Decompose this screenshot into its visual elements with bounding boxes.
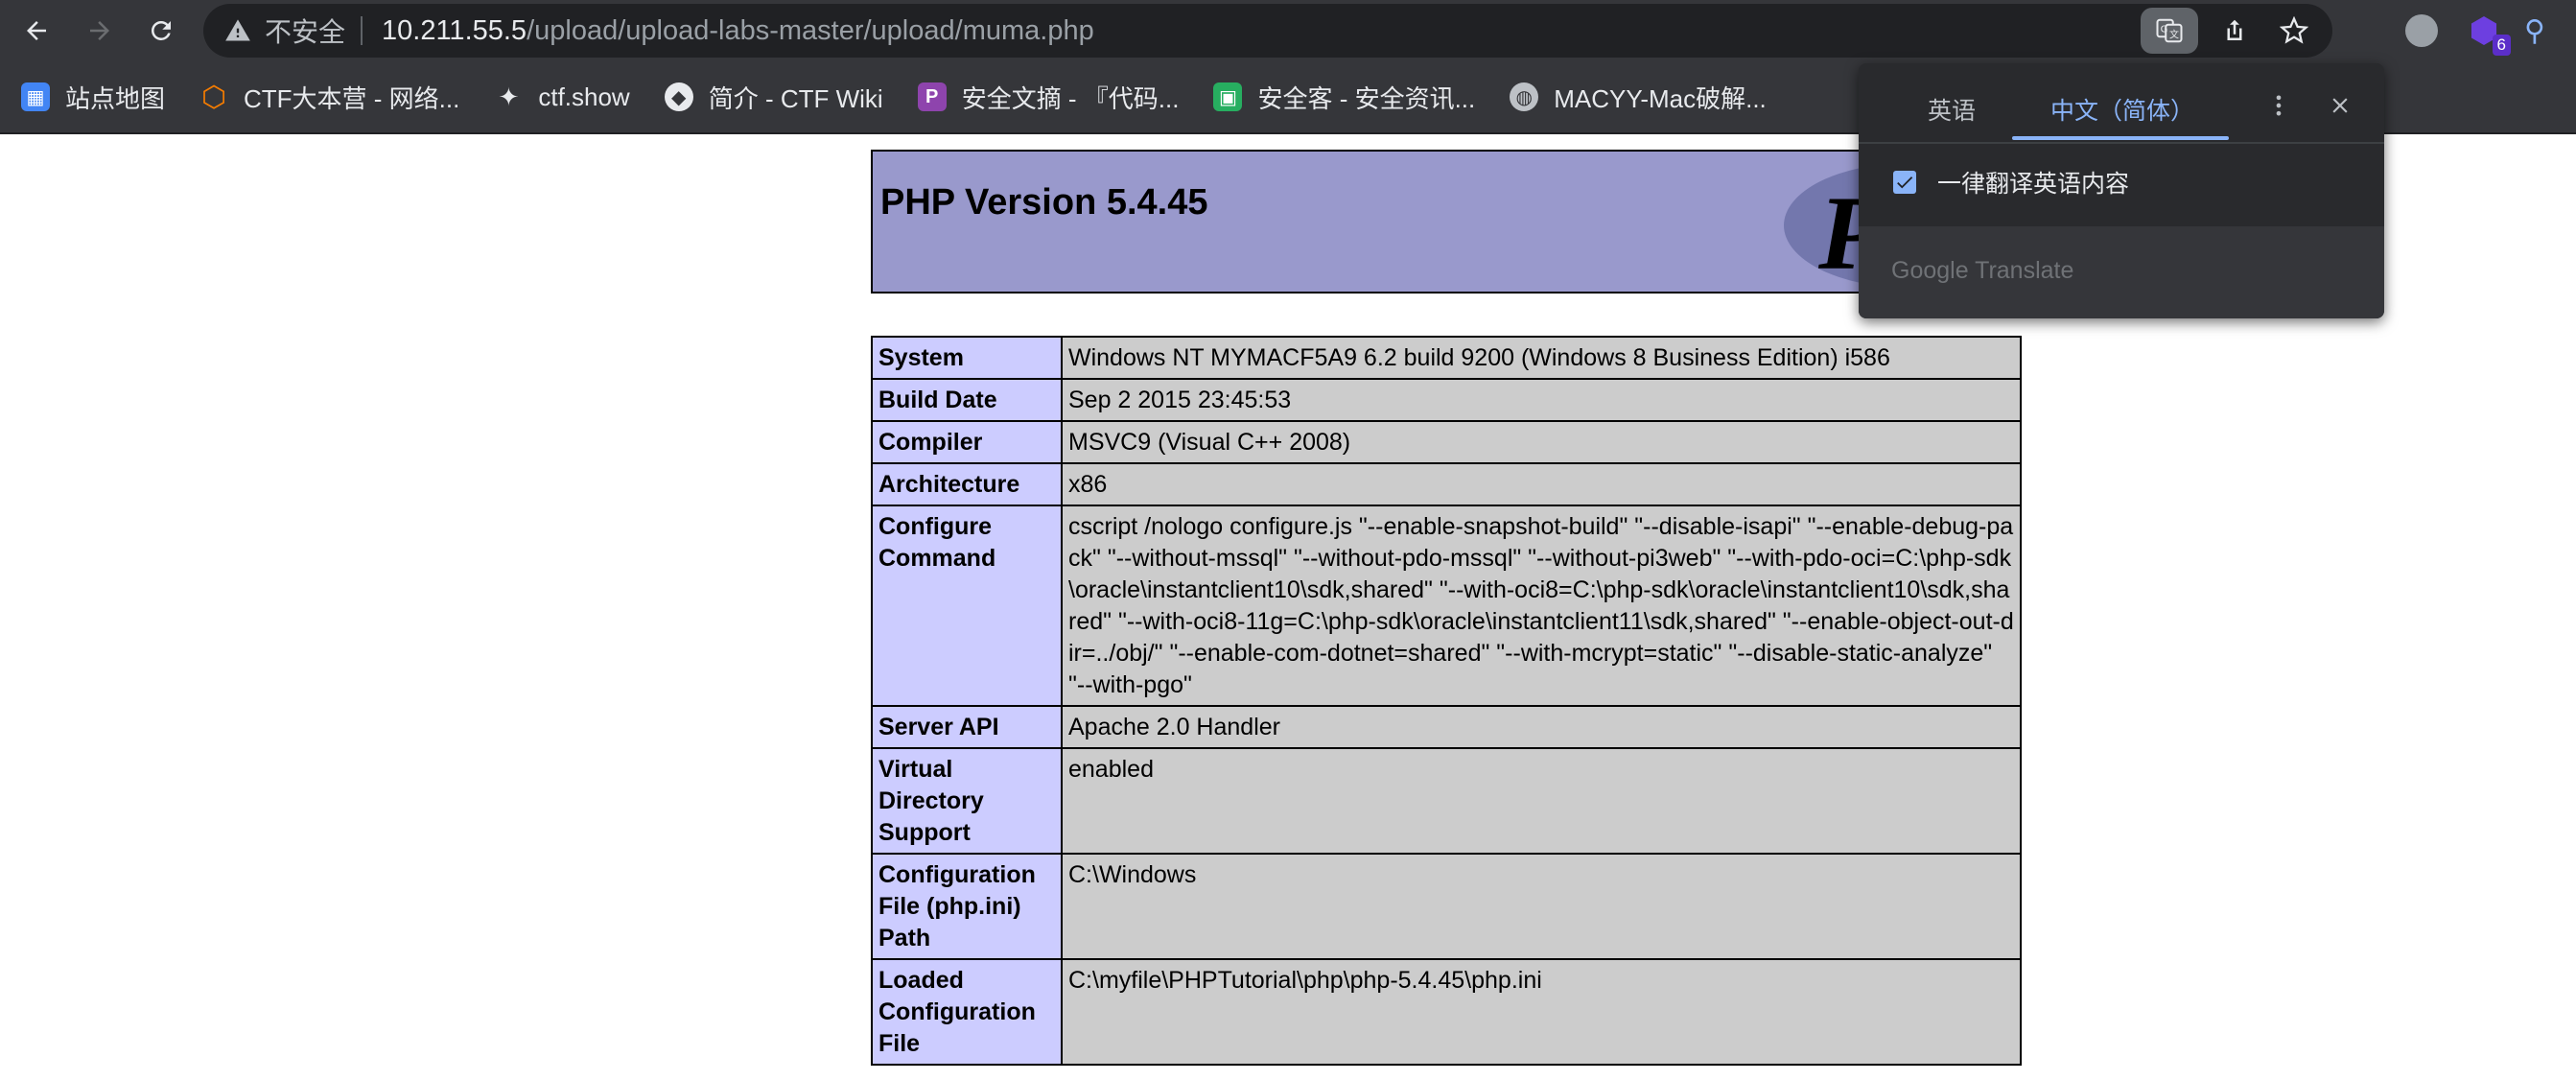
bookmark-label: ctf.show: [538, 82, 630, 111]
close-button[interactable]: [2321, 86, 2359, 125]
row-value: Apache 2.0 Handler: [1061, 705, 2022, 749]
row-key: Compiler: [871, 420, 1063, 464]
php-info-table: System Windows NT MYMACF5A9 6.2 build 920…: [871, 336, 2022, 1066]
warning-icon[interactable]: [224, 17, 251, 44]
share-button[interactable]: [2212, 8, 2258, 54]
address-bar[interactable]: 不安全 10.211.55.5/upload/upload-labs-maste…: [203, 4, 2332, 58]
checkmark-icon: [1897, 176, 1913, 189]
bookmark-star-button[interactable]: [2271, 8, 2317, 54]
close-icon: [2332, 98, 2348, 113]
security-status-label[interactable]: 不安全: [265, 12, 345, 50]
arrow-left-icon: [27, 21, 46, 40]
table-row: Architecture x86: [871, 462, 2022, 506]
php-version-header: PHP Version 5.4.45 P: [871, 150, 2033, 293]
more-vert-icon: [2276, 95, 2282, 116]
row-key: Loaded Configuration File: [871, 958, 1063, 1066]
row-key: Build Date: [871, 378, 1063, 422]
tab-target-language[interactable]: 中文（简体）: [2050, 92, 2194, 127]
star-icon: [2280, 16, 2308, 44]
table-row: Configure Command cscript /nologo configu…: [871, 505, 2022, 707]
url-path: /upload/upload-labs-master/upload/muma.p…: [527, 14, 1094, 46]
omnibox-divider: [361, 16, 363, 45]
row-value: C:\Windows: [1061, 853, 2022, 960]
row-key: System: [871, 336, 1063, 380]
always-translate-label: 一律翻译英语内容: [1937, 171, 2130, 198]
row-value: x86: [1061, 462, 2022, 506]
svg-text:G: G: [2161, 24, 2168, 35]
more-options-button[interactable]: [2261, 86, 2296, 125]
row-value: C:\myfile\PHPTutorial\php\php-5.4.45\php…: [1061, 958, 2022, 1066]
always-translate-option[interactable]: 一律翻译英语内容: [1893, 165, 2129, 200]
p-logo-icon: P: [917, 82, 947, 111]
arrow-right-icon: [90, 21, 109, 40]
row-value: MSVC9 (Visual C++ 2008): [1061, 420, 2022, 464]
tab-source-language[interactable]: 英语: [1928, 92, 1976, 127]
reload-button[interactable]: [138, 8, 184, 54]
row-key: Server API: [871, 705, 1063, 749]
share-icon: [2227, 19, 2242, 40]
active-tab-indicator: [2012, 136, 2229, 140]
map-icon: ▦: [21, 82, 50, 111]
translate-page-button[interactable]: G文: [2141, 8, 2198, 54]
bookmark-ctf-camp[interactable]: ⬡ CTF大本营 - 网络...: [199, 80, 459, 115]
extension-button[interactable]: 6: [2461, 8, 2511, 56]
translate-icon: G文: [2156, 18, 2183, 43]
bookmark-label: 站点地图: [65, 83, 166, 113]
extensions-area: 6 ⚲: [2394, 8, 2545, 56]
bookmark-sitemap[interactable]: ▦ 站点地图: [21, 80, 165, 115]
bookmark-security-digest[interactable]: P 安全文摘 - 『代码...: [917, 80, 1180, 115]
anquanke-icon: ▣: [1213, 82, 1243, 111]
bookmark-ctf-wiki[interactable]: ◆ 简介 - CTF Wiki: [664, 80, 883, 115]
table-row: Virtual Directory Support enabled: [871, 747, 2022, 855]
php-version-title: PHP Version 5.4.45: [880, 182, 1208, 223]
row-value: cscript /nologo configure.js "--enable-s…: [1061, 505, 2022, 707]
translate-tabs: 英语 中文（简体）: [1859, 63, 2384, 144]
omnibox-actions: G文: [2127, 8, 2317, 54]
ctfshow-icon: ✦: [498, 82, 520, 111]
row-key: Configuration File (php.ini) Path: [871, 853, 1063, 960]
extension-badge: 6: [2492, 35, 2511, 56]
bookmark-label: 简介 - CTF Wiki: [708, 83, 883, 113]
url-host: 10.211.55.5: [382, 14, 527, 46]
bookmark-macyy[interactable]: ◍ MACYY-Mac破解...: [1510, 80, 1767, 115]
bookmark-label: CTF大本营 - 网络...: [244, 83, 460, 113]
row-value: Sep 2 2015 23:45:53: [1061, 378, 2022, 422]
row-value: Windows NT MYMACF5A9 6.2 build 9200 (Win…: [1061, 336, 2022, 380]
row-key: Virtual Directory Support: [871, 747, 1063, 855]
table-row: Loaded Configuration File C:\myfile\PHPTu…: [871, 958, 2022, 1066]
google-translate-brand: Google Translate: [1891, 257, 2074, 284]
bookmark-label: 安全客 - 安全资讯...: [1257, 83, 1476, 113]
bookmark-anquanke[interactable]: ▣ 安全客 - 安全资讯...: [1213, 80, 1475, 115]
browser-toolbar: 不安全 10.211.55.5/upload/upload-labs-maste…: [0, 0, 2576, 61]
bookmark-label: 安全文摘 - 『代码...: [961, 83, 1180, 113]
table-row: Configuration File (php.ini) Path C:\Wind…: [871, 853, 2022, 960]
globe-icon: ◍: [1510, 82, 1539, 111]
svg-text:文: 文: [2169, 29, 2179, 41]
forward-button[interactable]: [77, 8, 123, 54]
table-row: Compiler MSVC9 (Visual C++ 2008): [871, 420, 2022, 464]
row-value: enabled: [1061, 747, 2022, 855]
table-row: Build Date Sep 2 2015 23:45:53: [871, 378, 2022, 422]
back-button[interactable]: [13, 8, 59, 54]
profile-avatar[interactable]: [2405, 14, 2438, 47]
table-row: Server API Apache 2.0 Handler: [871, 705, 2022, 749]
bookmark-ctfshow[interactable]: ✦ ctf.show: [494, 82, 629, 112]
always-translate-checkbox[interactable]: [1893, 171, 1916, 194]
pin-icon[interactable]: ⚲: [2524, 14, 2545, 48]
reload-icon: [152, 21, 171, 40]
row-key: Configure Command: [871, 505, 1063, 707]
ctfwiki-icon: ◆: [664, 82, 693, 111]
url-text[interactable]: 10.211.55.5/upload/upload-labs-master/up…: [382, 15, 1094, 47]
row-key: Architecture: [871, 462, 1063, 506]
table-row: System Windows NT MYMACF5A9 6.2 build 920…: [871, 336, 2022, 380]
ctf-logo-icon: ⬡: [200, 81, 227, 113]
bookmark-label: MACYY-Mac破解...: [1554, 83, 1767, 113]
translate-popup: 英语 中文（简体） 一律翻译英语内容 Google Translate: [1859, 63, 2384, 318]
translate-footer: Google Translate: [1859, 226, 2384, 318]
translate-divider: [1859, 142, 2384, 144]
